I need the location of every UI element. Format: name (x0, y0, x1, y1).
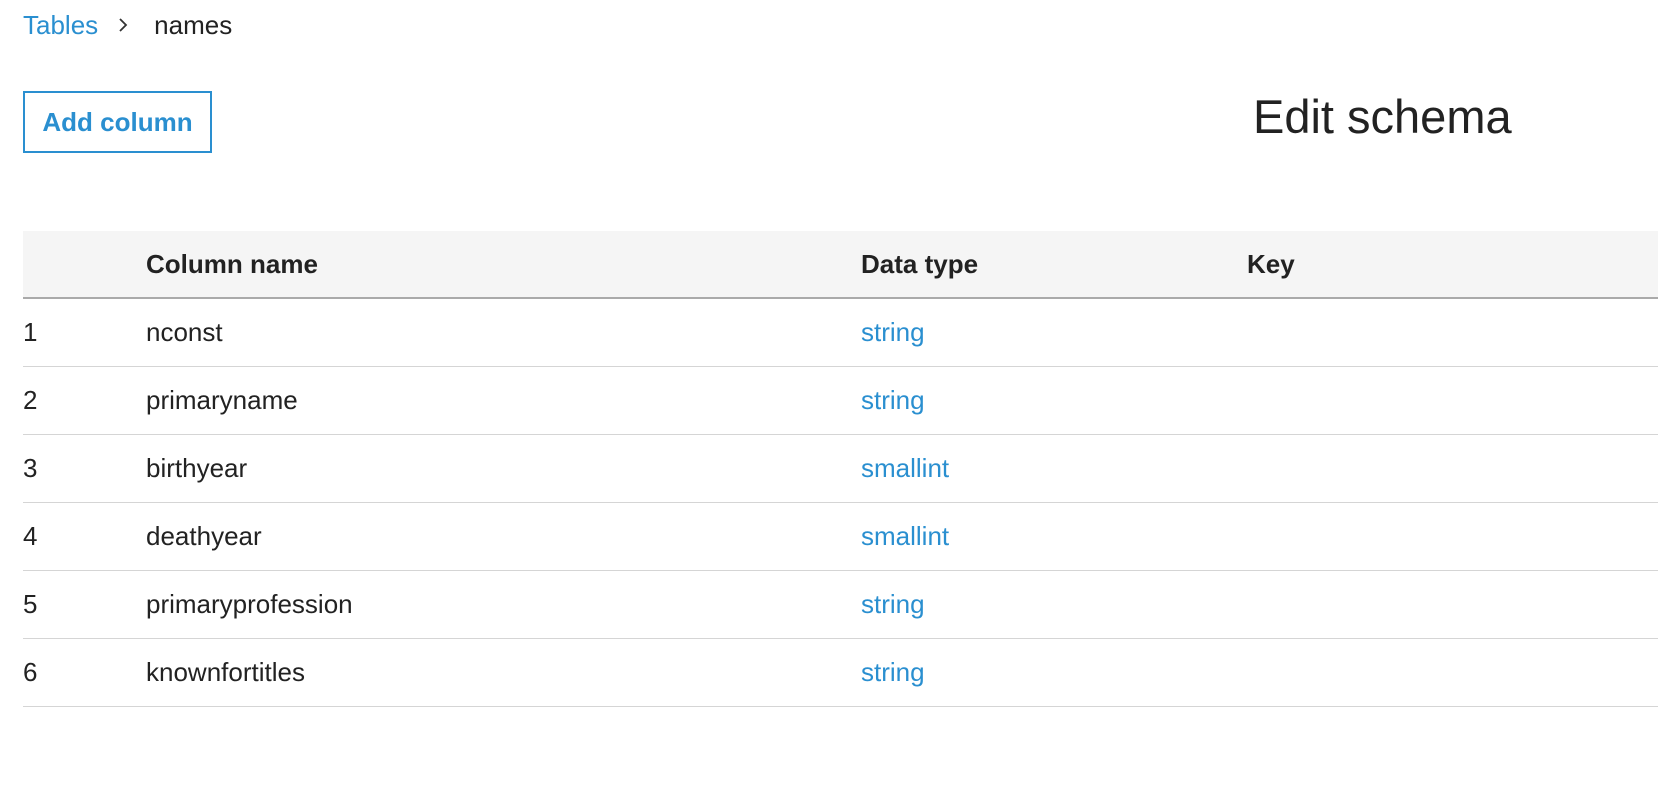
schema-table: Column name Data type Key 1 nconst strin… (23, 231, 1658, 707)
breadcrumb-current: names (154, 9, 233, 40)
row-number: 6 (23, 657, 38, 687)
data-type-link[interactable]: string (861, 639, 925, 706)
column-name-cell: deathyear (146, 521, 262, 551)
data-type-link[interactable]: string (861, 299, 925, 366)
table-row: 6 knownfortitles string (23, 639, 1658, 707)
header-column-name: Column name (146, 248, 318, 279)
table-row: 2 primaryname string (23, 367, 1658, 435)
data-type-link[interactable]: smallint (861, 435, 949, 502)
header-key: Key (1247, 248, 1295, 279)
header-data-type: Data type (861, 248, 979, 279)
row-number: 5 (23, 589, 38, 619)
column-name-cell: nconst (146, 317, 223, 347)
row-number: 4 (23, 521, 38, 551)
data-type-link[interactable]: string (861, 367, 925, 434)
data-type-link[interactable]: smallint (861, 503, 949, 570)
page-title: Edit schema (1253, 90, 1512, 143)
column-name-cell: birthyear (146, 453, 248, 483)
row-number: 1 (23, 317, 38, 347)
chevron-right-icon (118, 17, 128, 33)
add-column-button[interactable]: Add column (23, 91, 212, 153)
table-row: 4 deathyear smallint (23, 503, 1658, 571)
breadcrumb: Tables names (23, 8, 232, 42)
table-row: 5 primaryprofession string (23, 571, 1658, 639)
data-type-link[interactable]: string (861, 571, 925, 638)
column-name-cell: primaryname (146, 385, 298, 415)
breadcrumb-link-tables[interactable]: Tables (23, 10, 98, 41)
page: Tables names Add column Edit schema Colu… (0, 0, 1658, 804)
column-name-cell: knownfortitles (146, 657, 305, 687)
column-name-cell: primaryprofession (146, 589, 353, 619)
table-row: 1 nconst string (23, 299, 1658, 367)
row-number: 3 (23, 453, 38, 483)
table-header-row: Column name Data type Key (23, 231, 1658, 299)
row-number: 2 (23, 385, 38, 415)
table-row: 3 birthyear smallint (23, 435, 1658, 503)
